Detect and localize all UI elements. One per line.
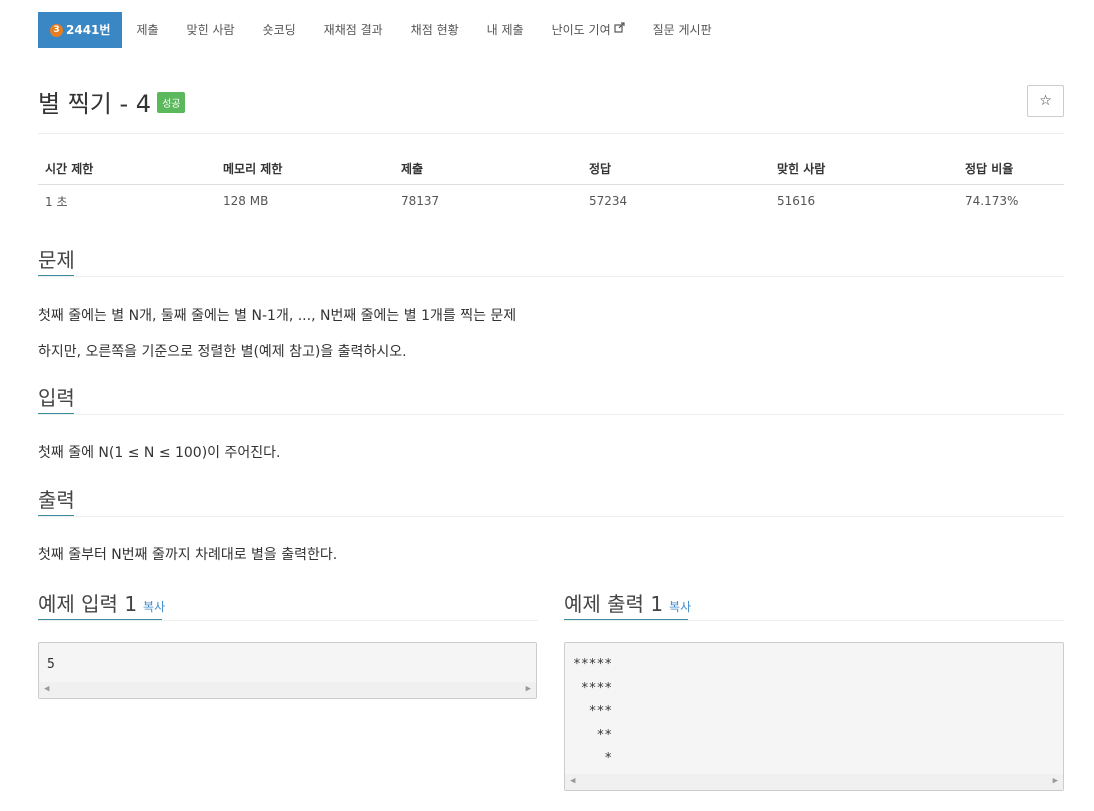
problem-heading-text: 문제: [38, 248, 75, 272]
problem-description-line-2: 하지만, 오른쪽을 기준으로 정렬한 별(예제 참고)을 출력하시오.: [38, 344, 407, 360]
header-time-limit: 시간 제한: [38, 152, 216, 185]
tab-label: 숏코딩: [262, 23, 296, 37]
success-badge: 성공: [157, 91, 186, 113]
scroll-right-icon[interactable]: ▶: [526, 684, 531, 694]
table-row: 1 초 128 MB 78137 57234 51616 74.173%: [38, 185, 1064, 218]
sample-input-heading: 예제 입력 1 복사: [38, 588, 165, 621]
scroll-left-icon[interactable]: ◀: [570, 776, 575, 786]
header-accepted: 정답: [582, 152, 770, 185]
header-accept-ratio: 정답 비율: [958, 152, 1064, 185]
divider: [38, 276, 1064, 277]
input-description: 첫째 줄에 N(1 ≤ N ≤ 100)이 주어진다.: [38, 445, 281, 461]
sample-input-content: 5: [47, 657, 55, 672]
divider: [564, 620, 1064, 621]
output-heading: 출력: [38, 484, 75, 517]
tab-label: 채점 현황: [410, 23, 459, 37]
tab-label: 재채점 결과: [323, 23, 383, 37]
divider: [38, 620, 538, 621]
sample-output-box: ***** **** *** ** * ◀ ▶: [564, 642, 1064, 791]
sample-output-heading-text: 예제 출력 1: [564, 592, 664, 616]
external-link-icon: [614, 12, 625, 48]
favorite-star-button[interactable]: ☆: [1027, 85, 1064, 117]
star-icon: ☆: [1039, 93, 1052, 109]
table-header-row: 시간 제한 메모리 제한 제출 정답 맞힌 사람 정답 비율: [38, 152, 1064, 185]
copy-sample-input-link[interactable]: 복사: [143, 600, 165, 614]
tab-difficulty-contribution[interactable]: 난이도 기여: [538, 12, 639, 48]
horizontal-scrollbar[interactable]: ◀ ▶: [565, 774, 1063, 790]
time-limit-value: 1 초: [45, 194, 68, 209]
tab-rejudge-results[interactable]: 재채점 결과: [310, 12, 397, 48]
sample-input-heading-text: 예제 입력 1: [38, 592, 138, 616]
header-memory-limit: 메모리 제한: [216, 152, 394, 185]
tab-solved-users[interactable]: 맞힌 사람: [173, 12, 249, 48]
problem-title-text: 별 찍기 - 4: [38, 90, 152, 118]
tab-short-coding[interactable]: 숏코딩: [249, 12, 310, 48]
problem-heading: 문제: [38, 244, 75, 277]
memory-limit-value: 128 MB: [223, 194, 269, 208]
tab-problem[interactable]: 3 2441번: [38, 12, 123, 48]
tab-label: 제출: [136, 23, 159, 37]
divider: [38, 414, 1064, 415]
accepted-value: 57234: [589, 194, 628, 208]
divider: [38, 516, 1064, 517]
tab-label: 질문 게시판: [652, 23, 712, 37]
tab-label: 2441번: [66, 23, 111, 37]
output-heading-text: 출력: [38, 488, 75, 512]
input-heading-text: 입력: [38, 386, 75, 410]
sample-input-box: 5 ◀ ▶: [38, 642, 537, 699]
solved-users-value: 51616: [777, 194, 816, 208]
problem-title: 별 찍기 - 4 성공: [38, 84, 186, 119]
tier-badge-icon: 3: [50, 23, 63, 37]
header-submissions: 제출: [394, 152, 582, 185]
problem-menu: 3 2441번 제출 맞힌 사람 숏코딩 재채점 결과 채점 현황 내 제출 난…: [38, 12, 726, 48]
scroll-left-icon[interactable]: ◀: [44, 684, 49, 694]
tab-my-submissions[interactable]: 내 제출: [473, 12, 538, 48]
output-description: 첫째 줄부터 N번째 줄까지 차례대로 별을 출력한다.: [38, 547, 338, 563]
sample-output-heading: 예제 출력 1 복사: [564, 588, 691, 621]
horizontal-scrollbar[interactable]: ◀ ▶: [39, 682, 536, 698]
scroll-right-icon[interactable]: ▶: [1053, 776, 1058, 786]
tab-label: 맞힌 사람: [186, 23, 235, 37]
divider: [38, 133, 1064, 134]
tab-label: 난이도 기여: [551, 23, 611, 37]
problem-title-row: 별 찍기 - 4 성공 ☆: [38, 84, 1064, 120]
tab-submit[interactable]: 제출: [122, 12, 172, 48]
input-heading: 입력: [38, 382, 75, 415]
copy-sample-output-link[interactable]: 복사: [669, 600, 691, 614]
tab-label: 내 제출: [486, 23, 524, 37]
tab-judge-status[interactable]: 채점 현황: [397, 12, 473, 48]
sample-output-content: ***** **** *** ** *: [573, 657, 613, 766]
problem-info-table: 시간 제한 메모리 제한 제출 정답 맞힌 사람 정답 비율 1 초 128 M…: [38, 152, 1064, 217]
accept-ratio-value: 74.173%: [965, 194, 1019, 208]
header-solved-users: 맞힌 사람: [770, 152, 958, 185]
tab-question-board[interactable]: 질문 게시판: [639, 12, 726, 48]
problem-description-line-1: 첫째 줄에는 별 N개, 둘째 줄에는 별 N-1개, ..., N번째 줄에는…: [38, 308, 517, 324]
submissions-value: 78137: [401, 194, 440, 208]
